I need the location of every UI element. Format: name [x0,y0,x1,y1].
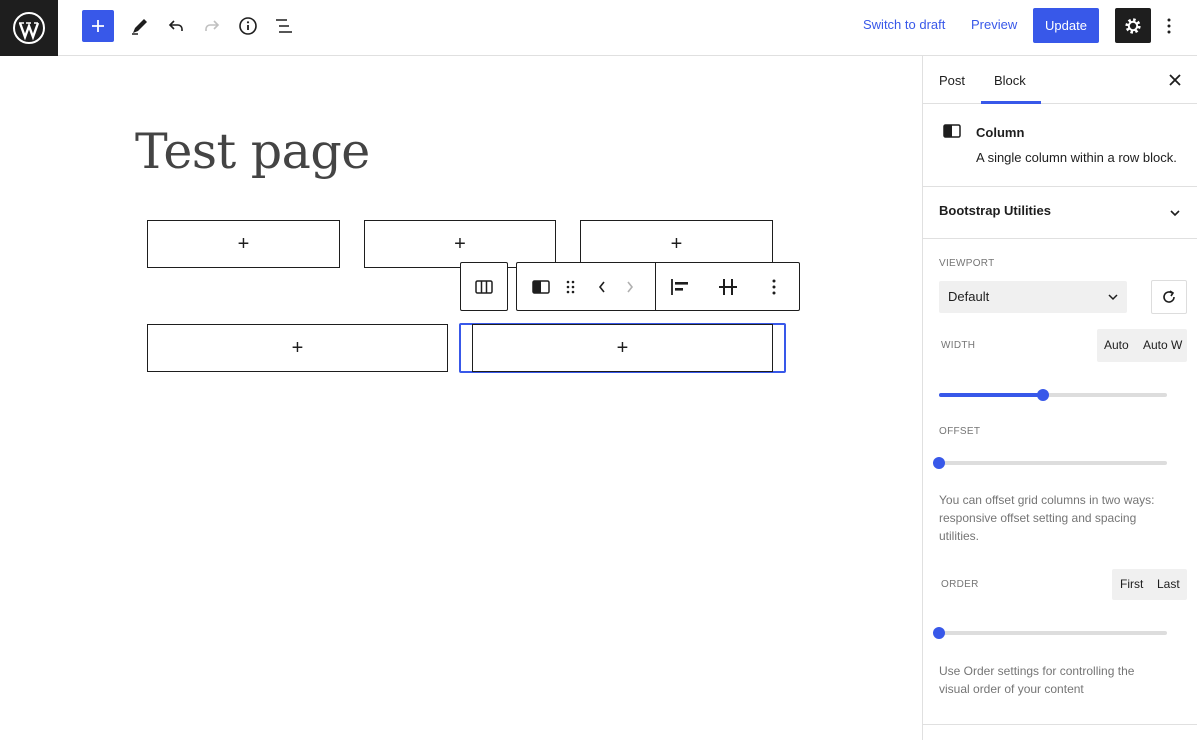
order-slider[interactable] [933,627,1167,639]
chevron-down-icon [1170,210,1180,217]
offset-label: OFFSET [939,426,981,437]
move-left-button[interactable] [589,263,615,310]
column-appender[interactable]: + [147,324,448,372]
width-label: WIDTH [941,340,976,351]
panel-divider [923,724,1197,725]
editor-header: Switch to draft Preview Update [0,0,1197,56]
tab-post[interactable]: Post [939,56,965,104]
column-icon [943,124,961,138]
details-button[interactable] [232,10,264,42]
sidebar-tabs: Post Block [923,56,1197,104]
viewport-select[interactable]: Default [939,281,1127,313]
order-help-text: Use Order settings for controlling the v… [939,664,1135,696]
reset-icon [1163,290,1175,303]
page-title[interactable]: Test page [135,123,370,180]
plus-icon: + [670,233,683,255]
undo-icon [168,20,183,31]
row-icon [475,279,493,294]
width-options: Auto Auto W [1097,329,1187,362]
options-button[interactable] [1153,10,1185,42]
preview-button[interactable]: Preview [971,17,1017,32]
chevron-right-icon [627,281,634,292]
order-last-button[interactable]: Last [1157,577,1180,591]
add-block-button[interactable] [82,10,114,42]
plus-icon: + [454,233,466,255]
redo-button[interactable] [196,10,228,42]
pencil-icon [132,19,147,35]
more-vertical-icon [772,279,776,294]
reset-viewport-button[interactable] [1151,280,1187,314]
offset-slider-thumb[interactable] [933,457,945,469]
viewport-select-value: Default [948,289,990,304]
chevron-left-icon [598,281,605,292]
switch-to-draft-button[interactable]: Switch to draft [863,17,945,32]
column-appender[interactable]: + [472,324,773,372]
list-view-button[interactable] [268,10,300,42]
plus-icon: + [291,337,304,359]
column-icon [532,279,550,294]
block-description: A single column within a row block. [976,150,1177,165]
offset-slider[interactable] [933,457,1167,469]
undo-button[interactable] [160,10,192,42]
order-options: First Last [1112,569,1187,600]
chevron-down-icon [1108,294,1118,301]
block-toolbar [516,262,800,311]
plus-icon: + [616,337,629,359]
block-type-button[interactable] [527,263,555,310]
list-view-icon [276,19,292,33]
width-auto-w-button[interactable]: Auto W [1143,338,1182,352]
block-card [923,104,1197,187]
block-options-button[interactable] [761,263,787,310]
more-vertical-icon [1167,18,1171,34]
close-sidebar-button[interactable] [1165,70,1185,90]
width-slider[interactable] [939,389,1167,401]
settings-button[interactable] [1115,8,1151,43]
info-icon [239,17,257,35]
tab-block[interactable]: Block [994,56,1026,104]
plus-icon: + [237,233,250,255]
select-parent-row-button[interactable] [460,262,508,311]
redo-icon [205,20,220,31]
order-label: ORDER [941,579,979,590]
wordpress-logo-button[interactable] [0,0,58,56]
plus-icon [92,20,104,32]
column-width-button[interactable] [711,263,745,310]
wordpress-icon [13,12,45,44]
vertical-alignment-button[interactable] [665,263,695,310]
column-appender[interactable]: + [147,220,340,268]
update-button[interactable]: Update [1033,8,1099,43]
panel-title: Bootstrap Utilities [939,203,1051,218]
drag-handle[interactable] [559,263,581,310]
toolbar-divider [655,263,656,310]
block-name: Column [976,125,1025,140]
settings-sidebar: Post Block Column A single column within… [922,56,1197,740]
width-slider-thumb[interactable] [1037,389,1049,401]
offset-help-text: You can offset grid columns in two ways:… [939,493,1155,543]
close-icon [1169,74,1181,86]
column-appender[interactable]: + [580,220,773,268]
editor-canvas: Test page + + + + + [0,56,922,740]
move-right-button[interactable] [617,263,643,310]
column-appender[interactable]: + [364,220,556,268]
gear-icon [1125,17,1141,34]
column-width-icon [719,278,737,295]
tools-button[interactable] [124,10,156,42]
order-slider-thumb[interactable] [933,627,945,639]
viewport-label: VIEWPORT [939,258,995,269]
width-auto-button[interactable]: Auto [1104,338,1129,352]
align-top-icon [671,278,688,295]
width-slider-fill [939,393,1043,397]
order-first-button[interactable]: First [1120,577,1143,591]
drag-handle-icon [566,280,575,293]
